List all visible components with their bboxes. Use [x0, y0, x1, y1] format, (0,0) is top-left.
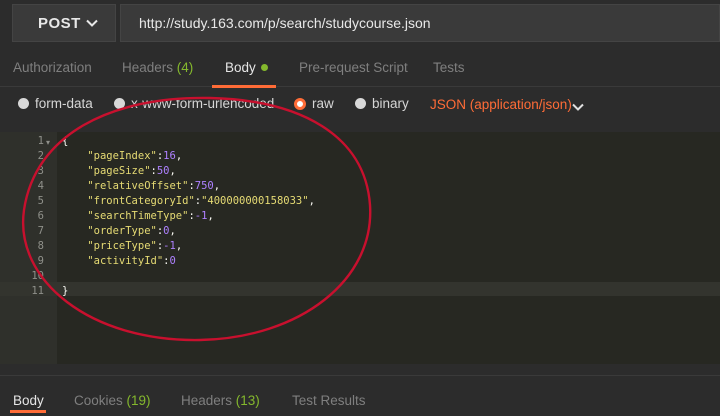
tab-label: Headers: [181, 393, 233, 408]
response-tab-body[interactable]: Body: [13, 393, 44, 408]
response-tabs: Body Cookies (19) Headers (13) Test Resu…: [0, 375, 720, 416]
tab-label: Cookies: [74, 393, 123, 408]
tab-label: Test Results: [292, 393, 366, 408]
response-tab-headers[interactable]: Headers (13): [181, 393, 260, 408]
response-tab-cookies[interactable]: Cookies (19): [74, 393, 151, 408]
active-response-tab-indicator: [10, 410, 46, 413]
annotation-ellipse-icon: [21, 96, 372, 342]
tab-count: (19): [126, 393, 151, 408]
tab-count: (13): [235, 393, 260, 408]
tab-label: Body: [13, 393, 44, 408]
response-tab-test-results[interactable]: Test Results: [292, 393, 366, 408]
